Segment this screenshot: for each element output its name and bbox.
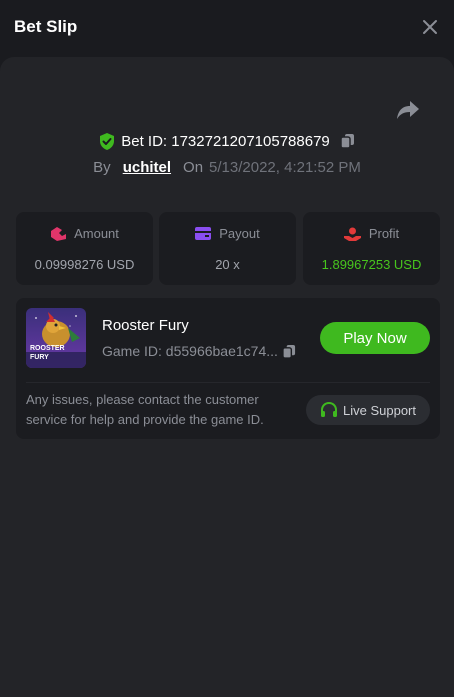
bet-date: 5/13/2022, 4:21:52 PM xyxy=(209,158,361,176)
game-id: Game ID: d55966bae1c74... xyxy=(102,343,278,359)
by-label: By xyxy=(93,158,111,176)
profit-icon xyxy=(343,227,361,241)
amount-label: Amount xyxy=(74,226,119,241)
bet-id-row: Bet ID: 1732721207105788679 xyxy=(0,130,454,152)
profit-card: Profit 1.89967253 USD xyxy=(303,212,440,285)
payout-label: Payout xyxy=(219,226,260,241)
amount-value: 0.09998276 USD xyxy=(34,257,135,272)
card-icon xyxy=(195,227,212,240)
profit-label: Profit xyxy=(368,226,400,241)
live-support-label: Live Support xyxy=(343,402,416,418)
play-now-button[interactable]: Play Now xyxy=(320,322,430,354)
close-icon[interactable] xyxy=(420,17,440,37)
modal-header: Bet Slip xyxy=(0,0,454,56)
support-message: Any issues, please contact the customer … xyxy=(26,392,264,427)
share-icon[interactable] xyxy=(396,99,420,121)
bet-id: Bet ID: 1732721207105788679 xyxy=(121,132,330,150)
modal-title: Bet Slip xyxy=(14,17,78,36)
payout-card: Payout 20 x xyxy=(159,212,296,285)
on-label: On xyxy=(183,158,204,176)
bet-meta-row: By uchitel On 5/13/2022, 4:21:52 PM xyxy=(0,156,454,178)
amount-icon xyxy=(51,226,67,241)
username-link[interactable]: uchitel xyxy=(123,159,171,176)
game-card: ROOSTER FURY Rooster Fury Game ID: d5596… xyxy=(16,298,440,439)
copy-icon[interactable] xyxy=(340,133,355,149)
divider xyxy=(26,382,430,383)
live-support-button[interactable]: Live Support xyxy=(306,395,430,425)
game-name: Rooster Fury xyxy=(102,317,189,334)
copy-icon[interactable] xyxy=(282,344,296,359)
profit-value: 1.89967253 USD xyxy=(321,257,422,272)
thumb-title-2: FURY xyxy=(30,354,49,361)
thumb-title-1: ROOSTER xyxy=(30,345,65,352)
shield-check-icon xyxy=(100,132,115,150)
game-thumbnail[interactable]: ROOSTER FURY xyxy=(26,308,86,368)
game-id-row: Game ID: d55966bae1c74... xyxy=(102,343,296,359)
amount-card: Amount 0.09998276 USD xyxy=(16,212,153,285)
headset-icon xyxy=(321,402,337,417)
payout-value: 20 x xyxy=(215,257,240,272)
